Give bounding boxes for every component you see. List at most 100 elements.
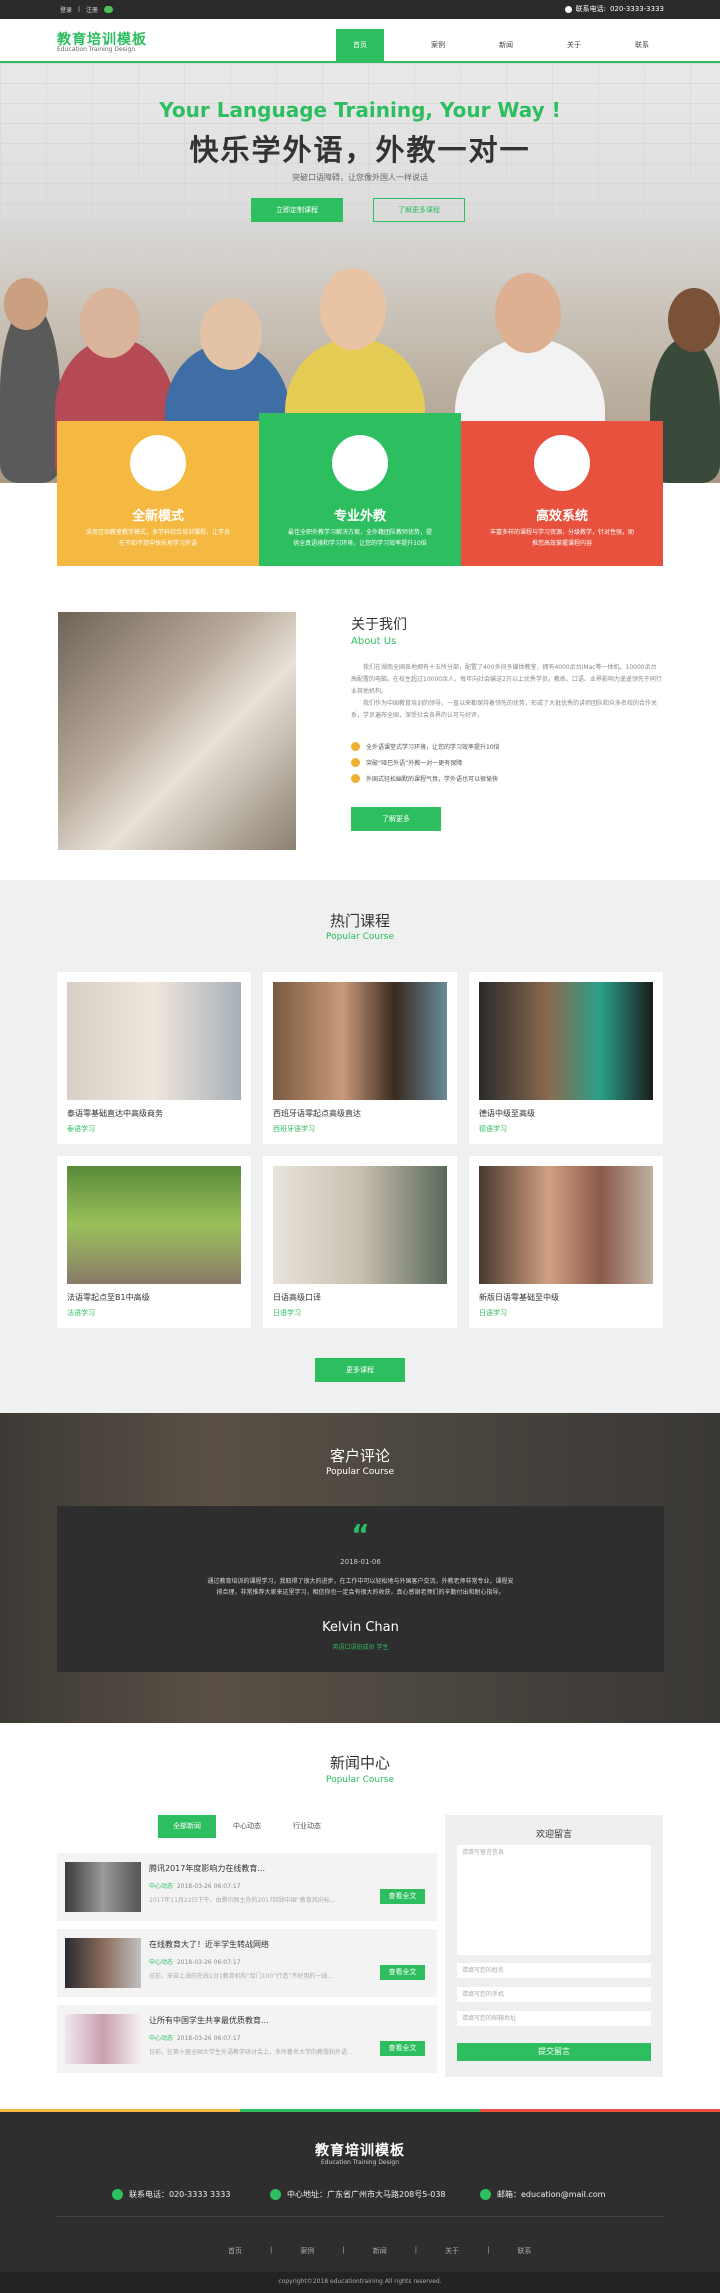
feature-card-pro-teacher[interactable]: 专业外教 最佳全职外教学习解决方案，全外籍团队教师优势，提供全真语境和学习环境，… [259, 413, 461, 566]
news-category: 中心动态 [149, 2035, 174, 2042]
feature-card-efficient-system[interactable]: 高效系统 丰富多样的课程与学习资源，分级教学，针对性强，助推您高效掌握课程内容 [461, 421, 663, 566]
news-category: 中心动态 [149, 1959, 174, 1966]
about-paragraph-2: 我们作为中国教育培训的领导，一直以来都保持着领先的优势，形成了大批优秀的讲师团队… [351, 700, 658, 719]
footer-logo-en: Education Training Design [320, 2159, 400, 2166]
top-bar: 登录 | 注册 联系电话: 020-3333-3333 [0, 0, 720, 19]
course-image [67, 1166, 241, 1284]
email-input[interactable]: 请填写您的邮箱地址 [457, 2011, 651, 2026]
review-card: “ 2018-01-06 通过教育培训的课程学习，我取得了很大的进步，在工作中可… [57, 1506, 664, 1672]
course-image [67, 982, 241, 1100]
check-icon [351, 742, 360, 751]
footer-nav-about[interactable]: 关于 [417, 2246, 487, 2256]
more-courses-button[interactable]: 更多课程 [315, 1358, 405, 1382]
footer-nav-home[interactable]: 首页 [200, 2246, 270, 2256]
logo-subtitle: Education Training Design [57, 46, 136, 53]
footer-nav-news[interactable]: 新闻 [345, 2246, 415, 2256]
course-category: 日语学习 [479, 1309, 507, 1317]
news-item[interactable]: 让所有中国学生共享最优质教育... 中心动态 2018-03-26 06:07:… [57, 2005, 437, 2073]
news-title[interactable]: 让所有中国学生共享最优质教育... [149, 2015, 269, 2026]
course-card[interactable]: 泰语零基础直达中高级商务 泰语学习 [57, 972, 251, 1144]
tab-industry-news[interactable]: 行业动态 [278, 1815, 336, 1838]
nav-about[interactable]: 关于 [540, 29, 608, 62]
location-icon [270, 2189, 281, 2200]
course-card[interactable]: 西班牙语零起点高级直达 西班牙语学习 [263, 972, 457, 1144]
course-category: 日语学习 [273, 1309, 301, 1317]
about-checklist: 全外语课堂式学习环境，让您的学习效率提升10倍 突破“哑巴外语”外教一对一更有保… [351, 742, 500, 783]
about-paragraph-1: 我们在湖南全国各地拥有十五所分部，配置了400多间多媒体教室，拥有4000余台i… [351, 664, 662, 695]
reviews-title-en: Popular Course [325, 1467, 395, 1477]
course-image [273, 982, 447, 1100]
quote-icon: “ [351, 1518, 370, 1551]
review-date: 2018-01-06 [340, 1558, 381, 1566]
course-card[interactable]: 法语零起点至B1中高级 法语学习 [57, 1156, 251, 1328]
wechat-icon[interactable] [104, 6, 114, 13]
submit-message-button[interactable]: 提交留言 [457, 2043, 651, 2061]
email-icon [480, 2189, 491, 2200]
footer-divider [57, 2216, 664, 2217]
courses-section: 热门课程 Popular Course 泰语零基础直达中高级商务 泰语学习 西班… [0, 880, 720, 1413]
footer-email-text: 邮箱：education@mail.com [497, 2190, 606, 2199]
check-item: 突破“哑巴外语”外教一对一更有保障 [351, 758, 500, 767]
news-item[interactable]: 在线教育大了！近半学生转战网络 中心动态 2018-03-26 06:07:17… [57, 1929, 437, 1997]
news-summary: 2017年11月22日下午，由腾讯网主办的2017回顾中国“教育风向标... [149, 1897, 336, 1904]
about-more-button[interactable]: 了解更多 [351, 807, 441, 831]
tab-center-news[interactable]: 中心动态 [218, 1815, 276, 1838]
news-date: 2018-03-26 06:07:17 [176, 1883, 241, 1890]
feature-title: 专业外教 [333, 509, 386, 524]
news-category: 中心动态 [149, 1883, 174, 1890]
check-text: 外国式轻松幽默的课程气氛，学外语也可以很愉快 [366, 776, 499, 783]
about-title: 关于我们 [351, 617, 407, 633]
course-card[interactable]: 新版日语零基础至中级 日语学习 [469, 1156, 663, 1328]
footer-nav-cases[interactable]: 案例 [272, 2246, 342, 2256]
news-meta: 中心动态 2018-03-26 06:07:17 [149, 1881, 241, 1890]
register-link[interactable]: 注册 [86, 5, 98, 14]
read-more-button[interactable]: 查看全文 [380, 2041, 425, 2056]
read-more-button[interactable]: 查看全文 [380, 1889, 425, 1904]
hero-subtitle: 突破口语障碍，让您像外国人一样说话 [292, 173, 428, 182]
feature-card-new-mode[interactable]: 全新模式 采用互动教室教学模式，多学科综合培训课程，让学员在不知不觉中快乐地学习… [57, 421, 259, 566]
course-name: 泰语零基础直达中高级商务 [67, 1109, 163, 1118]
tab-all-news[interactable]: 全部新闻 [158, 1815, 216, 1838]
about-title-en: About Us [351, 636, 397, 647]
phone-icon [564, 5, 572, 13]
read-more-button[interactable]: 查看全文 [380, 1965, 425, 1980]
check-item: 全外语课堂式学习环境，让您的学习效率提升10倍 [351, 742, 500, 751]
login-link[interactable]: 登录 [60, 5, 72, 14]
course-category: 德语学习 [479, 1125, 507, 1133]
check-icon [351, 758, 360, 767]
reviewer-name: Kelvin Chan [322, 1620, 399, 1635]
nav-home[interactable]: 首页 [336, 29, 384, 62]
phone-number: 020-3333-3333 [609, 5, 664, 13]
phone-input[interactable]: 请填写您的手机 [457, 1987, 651, 2002]
courses-title-en: Popular Course [325, 932, 395, 942]
feature-desc: 丰富多样的课程与学习资源，分级教学，针对性强，助推您高效掌握课程内容 [489, 529, 634, 547]
news-summary: 日前，在第十届全国大学生外语教学研讨会上，多所著名大学的教授和外语... [149, 2049, 353, 2056]
news-meta: 中心动态 2018-03-26 06:07:17 [149, 2033, 241, 2042]
hero-title-en: Your Language Training, Your Way ! [159, 98, 561, 122]
news-date: 2018-03-26 06:07:17 [176, 1959, 241, 1966]
message-form: 欢迎留言 请填写留言信息 请填写您的姓名 请填写您的手机 请填写您的邮箱地址 提… [445, 1815, 663, 2077]
name-input[interactable]: 请填写您的姓名 [457, 1963, 651, 1978]
custom-course-button[interactable]: 立即定制课程 [251, 198, 343, 222]
news-title[interactable]: 腾讯2017年度影响力在线教育... [149, 1863, 265, 1874]
course-card[interactable]: 日语高级口译 日语学习 [263, 1156, 457, 1328]
course-name: 法语零起点至B1中高级 [67, 1293, 150, 1302]
footer-nav-contact[interactable]: 联系 [489, 2246, 559, 2256]
nav-contact[interactable]: 联系 [608, 29, 676, 62]
reviews-section: 客户评论 Popular Course “ 2018-01-06 通过教育培训的… [0, 1413, 720, 1723]
message-textarea[interactable]: 请填写留言信息 [457, 1845, 651, 1955]
about-description: 我们在湖南全国各地拥有十五所分部，配置了400多间多媒体教室，拥有4000余台i… [351, 662, 662, 722]
footer-phone: 联系电话：020-3333 3333 [112, 2189, 230, 2200]
check-text: 突破“哑巴外语”外教一对一更有保障 [366, 760, 463, 767]
news-title[interactable]: 在线教育大了！近半学生转战网络 [149, 1939, 269, 1950]
review-text: 通过教育培训的课程学习，我取得了很大的进步，在工作中可以轻松地与外国客户交流，外… [207, 1578, 514, 1596]
nav-cases[interactable]: 案例 [404, 29, 472, 62]
more-courses-button[interactable]: 了解更多课程 [373, 198, 465, 222]
news-title-en: Popular Course [325, 1775, 395, 1785]
nav-news[interactable]: 新闻 [472, 29, 540, 62]
check-text: 全外语课堂式学习环境，让您的学习效率提升10倍 [366, 744, 500, 751]
course-card[interactable]: 德语中级至高级 德语学习 [469, 972, 663, 1144]
news-item[interactable]: 腾讯2017年度影响力在线教育... 中心动态 2018-03-26 06:07… [57, 1853, 437, 1921]
course-image [479, 982, 653, 1100]
feature-title: 高效系统 [535, 509, 588, 524]
